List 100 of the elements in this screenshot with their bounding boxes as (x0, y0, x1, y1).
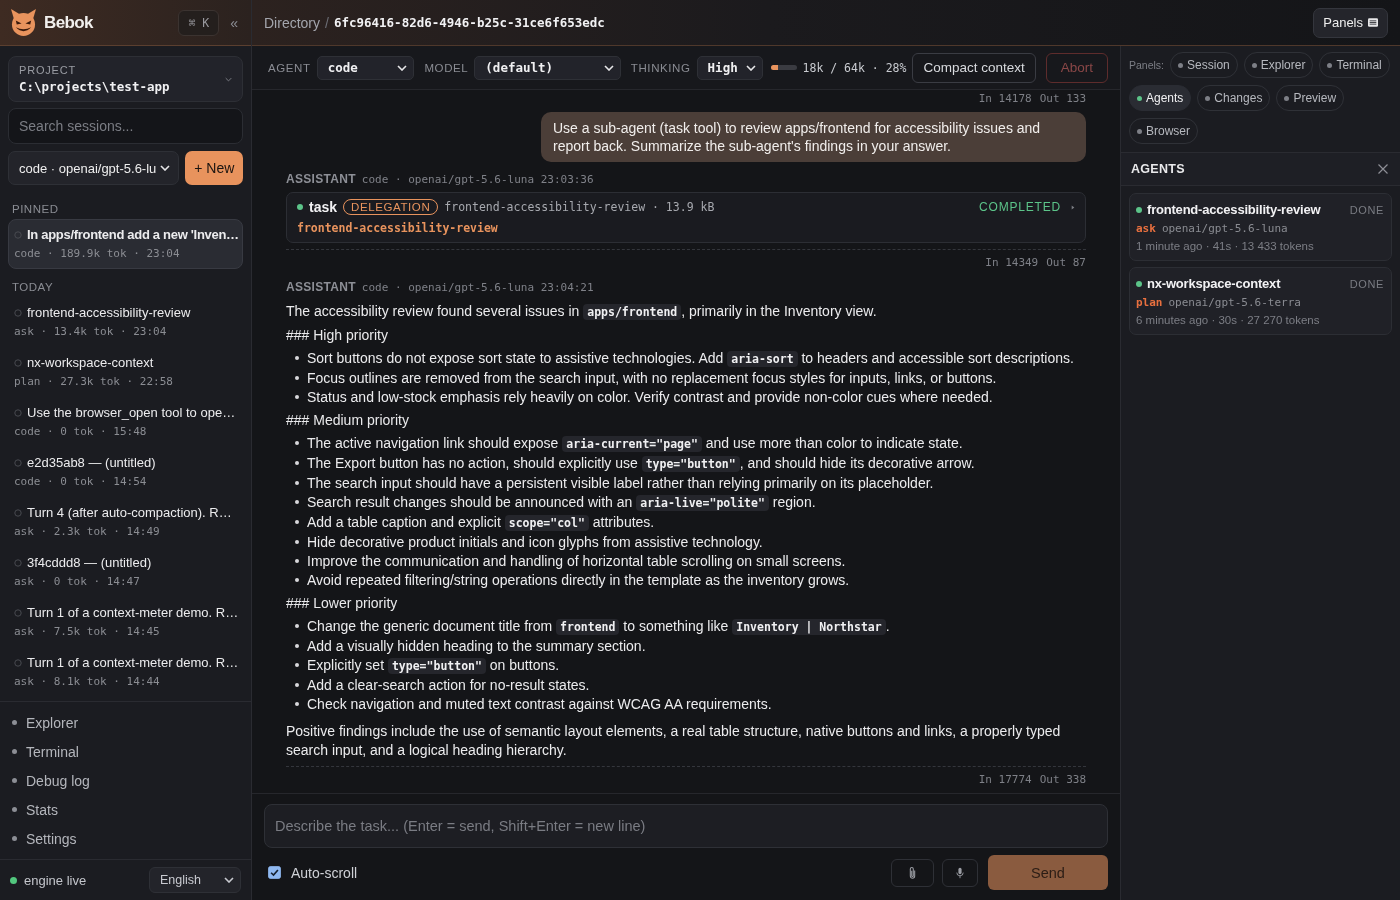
output-token-count: Out 87 (1046, 256, 1086, 270)
dot-icon (12, 720, 17, 725)
list-item-text: The search input should have a persistent visible label rather than relying primarily on its placeholder. (307, 474, 934, 493)
chevron-down-icon (225, 76, 232, 82)
bullet-icon (295, 540, 299, 544)
microphone-button[interactable] (942, 858, 978, 887)
agent-model: openai/gpt-5.6-luna (1161, 222, 1288, 235)
agent-mode: ask (1136, 222, 1156, 235)
status-dot-icon (10, 876, 17, 884)
close-icon[interactable] (1378, 164, 1388, 174)
circle-icon (14, 409, 22, 417)
circle-icon (14, 459, 22, 467)
auto-scroll-label[interactable]: Auto-scroll (291, 864, 358, 881)
user-message: Use a sub-agent (task tool) to review apps/frontend for accessibility issues and report back. Summarize the sub-agent's findings in your answer. (541, 112, 1086, 162)
bullet-icon (295, 520, 299, 524)
message-meta: code · openai/gpt-5.6-luna 23:03:36 (361, 173, 594, 186)
nav-item[interactable]: Settings (0, 824, 251, 853)
session-item[interactable]: frontend-accessibility-review ask · 13.4k tok · 23:04 (8, 297, 243, 347)
bullet-icon (295, 559, 299, 563)
dot-icon (1137, 95, 1142, 101)
chevron-down-icon (746, 64, 757, 71)
session-item[interactable]: nx-workspace-context plan · 27.3k tok · 22:58 (8, 347, 243, 397)
panel-toggle[interactable]: Agents (1129, 85, 1192, 111)
agent-stats: 6 minutes ago · 30s · 27 270 tokens (1136, 314, 1321, 326)
microphone-icon (956, 866, 964, 879)
chevron-down-icon (224, 877, 234, 883)
panels-button[interactable]: Panels (1313, 7, 1388, 38)
project-selector[interactable]: PROJECT C:\projects\test-app (8, 56, 243, 102)
dot-icon (1251, 62, 1257, 68)
circle-icon (14, 231, 22, 239)
message-heading: ### Medium priority (286, 411, 410, 430)
bullet-icon (295, 461, 299, 465)
caret-right-icon[interactable] (1071, 204, 1075, 210)
output-token-count: Out 338 (1039, 773, 1086, 787)
input-token-count: In 14178 (978, 92, 1032, 106)
search-field[interactable]: Search sessions... (8, 108, 243, 144)
session-item[interactable]: Turn 4 (after auto-compaction). R… ask · 2.3k tok · 14:49 (8, 497, 243, 547)
agent-name: nx-workspace-context (1147, 276, 1281, 291)
dot-icon (12, 836, 17, 841)
bullet-icon (295, 481, 299, 485)
new-session-button[interactable]: + New (185, 151, 244, 185)
collapse-sidebar-button[interactable]: « (227, 14, 241, 31)
bullet-icon (295, 578, 299, 582)
chevron-down-icon (397, 64, 408, 71)
engine-status: engine live (24, 872, 87, 888)
nav-item[interactable]: Explorer (0, 708, 251, 737)
list-item-text: The Export button has no action, should explicitly use type="button" , and should hide its decorative arrow. (307, 454, 975, 474)
session-item[interactable]: e2d35ab8 — (untitled) code · 0 tok · 14:54 (8, 447, 243, 497)
session-item[interactable]: 3f4cddd8 — (untitled) ask · 0 tok · 14:47 (8, 547, 243, 597)
nav-item[interactable]: Stats (0, 795, 251, 824)
bullet-icon (295, 500, 299, 504)
task-input[interactable]: Describe the task... (Enter = send, Shift+Enter = new line) (264, 804, 1108, 848)
language-select[interactable]: English (149, 867, 241, 893)
bullet-icon (295, 663, 299, 667)
message-role: ASSISTANT (286, 280, 356, 294)
bullet-icon (295, 376, 299, 380)
nav-item[interactable]: Terminal (0, 737, 251, 766)
circle-icon (14, 309, 22, 317)
app-name: Bebok (44, 12, 93, 33)
list-item-text: Search result changes should be announced with an aria-live="polite" region. (307, 493, 816, 513)
list-item-text: Change the generic document title from frontend to something like Inventory | Northstar . (307, 617, 890, 637)
nav-item[interactable]: Debug log (0, 766, 251, 795)
session-item[interactable]: Turn 1 of a context-meter demo. R… ask · 8.1k tok · 14:44 (8, 647, 243, 697)
dot-icon (12, 807, 17, 812)
list-item-text: Sort buttons do not expose sort state to assistive technologies. Add aria-sort to headers and accessible sort descriptions. (307, 349, 1074, 369)
list-item-text: Explicitly set type="button" on buttons. (307, 656, 560, 676)
checkbox[interactable] (268, 866, 281, 879)
selector-label: MODEL (424, 61, 469, 74)
agent-model: openai/gpt-5.6-terra (1168, 296, 1301, 309)
paperclip-icon (908, 865, 917, 880)
agent-mode: plan (1136, 296, 1163, 309)
tool-details: frontend-accessibility-review · 13.9 kB (444, 200, 715, 214)
breadcrumb-link[interactable]: Directory (264, 14, 320, 31)
panel-title: AGENTS (1131, 162, 1185, 176)
dropdown-select[interactable]: code (316, 55, 415, 80)
message-meta: code · openai/gpt-5.6-luna 23:04:21 (361, 281, 594, 294)
attach-button[interactable] (891, 858, 934, 887)
session-item[interactable]: Use the browser_open tool to ope… code · 0 tok · 15:48 (8, 397, 243, 447)
list-item-text: Focus outlines are removed from the search input, with no replacement focus styles for inputs, links, or buttons. (307, 369, 997, 388)
tool-status: COMPLETED (979, 200, 1061, 214)
message-heading: ### High priority (286, 326, 389, 345)
status-dot-icon (1136, 206, 1142, 213)
session-item[interactable]: Turn 1 of a context-meter demo. R… ask · 7.5k tok · 14:45 (8, 597, 243, 647)
bullet-icon (295, 644, 299, 648)
compact-context-button[interactable]: Compact context (912, 52, 1036, 83)
dot-icon (1327, 62, 1333, 68)
output-token-count: Out 133 (1039, 92, 1086, 106)
bullet-icon (295, 683, 299, 687)
selector-label: AGENT (268, 61, 311, 74)
session-item[interactable]: In apps/frontend add a new 'Inven… code · 189.9k tok · 23:04 (8, 219, 243, 269)
circle-icon (14, 559, 22, 567)
agent-model-select[interactable]: code · openai/gpt-5.6-lu (8, 151, 180, 185)
bullet-icon (295, 356, 299, 360)
message-heading: ### Lower priority (286, 594, 399, 613)
command-palette-button[interactable]: ⌘ K (178, 9, 220, 36)
breadcrumb-separator: / (325, 14, 329, 31)
input-token-count: In 17774 (978, 773, 1032, 787)
dropdown-select[interactable]: (default) (474, 55, 621, 80)
list-item-text: Check navigation and muted text contrast against WCAG AA requirements. (307, 695, 772, 714)
dropdown-select[interactable]: High (696, 55, 764, 80)
